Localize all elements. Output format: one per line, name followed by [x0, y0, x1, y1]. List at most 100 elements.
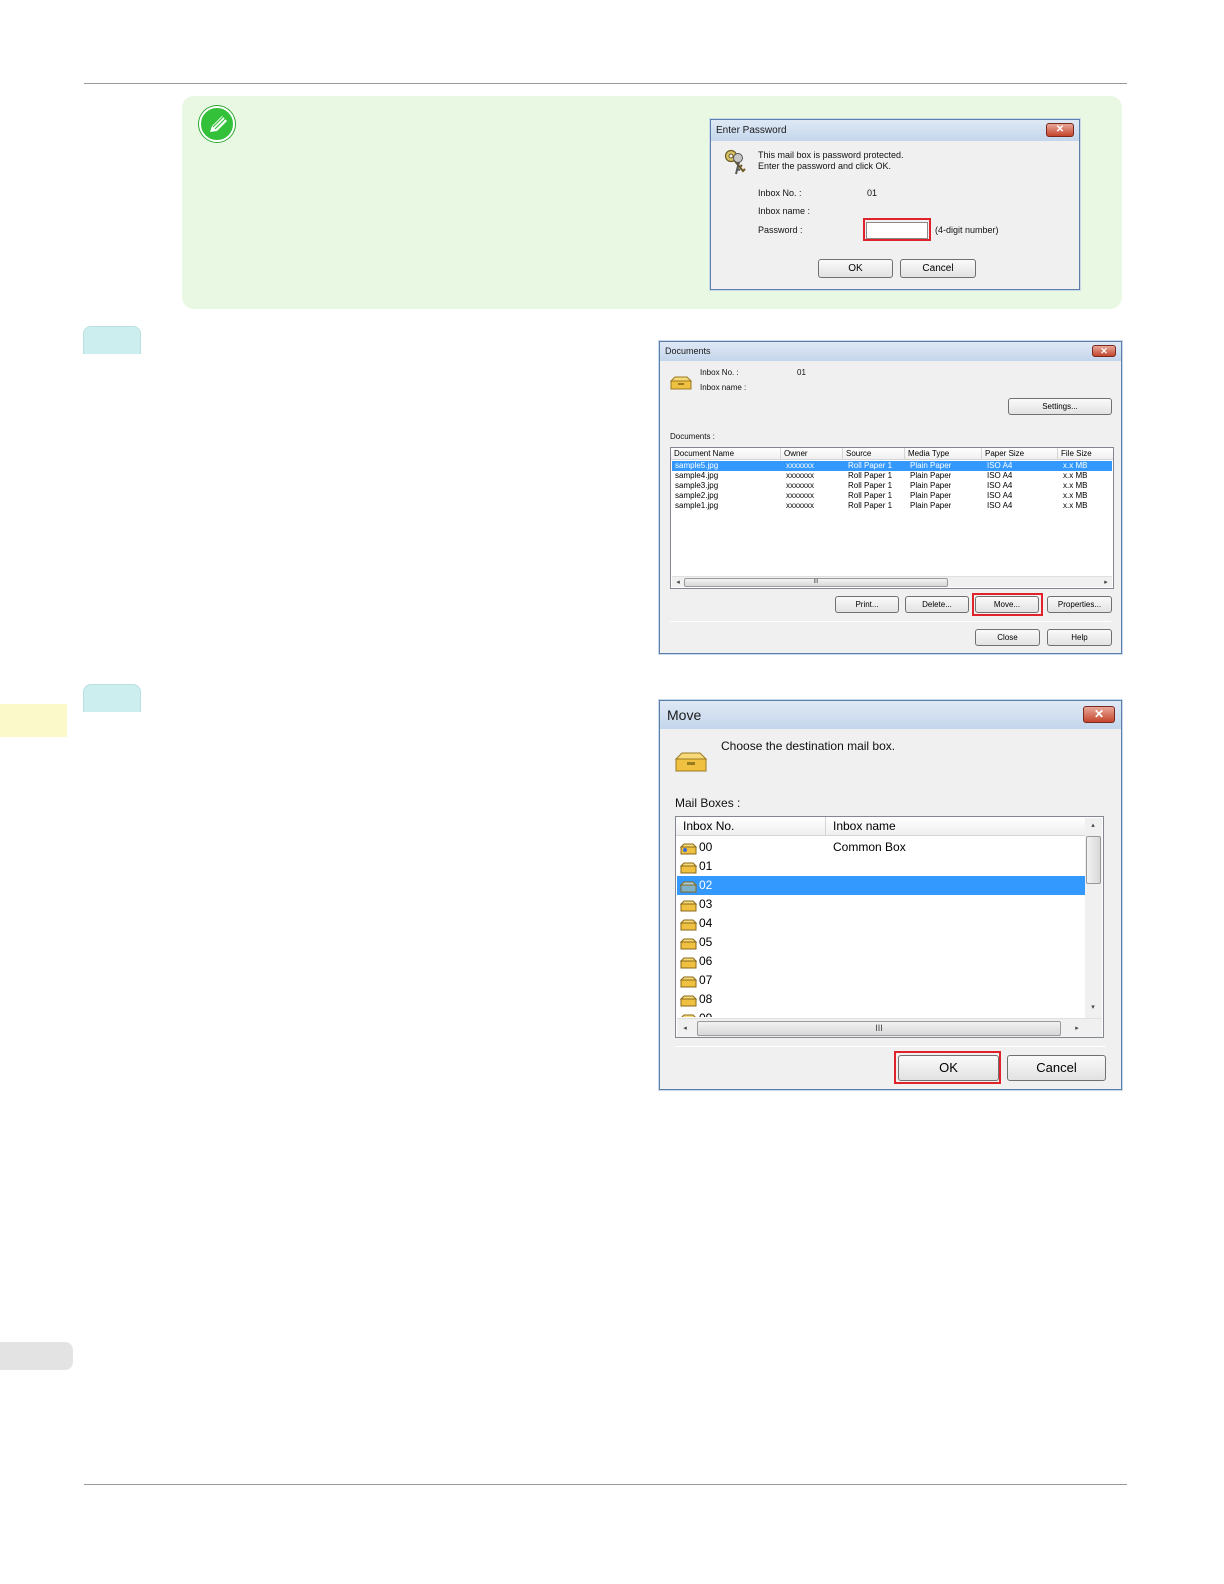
step-tab-1: [83, 326, 141, 354]
column-header-owner[interactable]: Owner: [781, 448, 843, 460]
close-button[interactable]: ✕: [1092, 345, 1116, 357]
delete-button[interactable]: Delete...: [905, 596, 969, 613]
column-header-source[interactable]: Source: [843, 448, 905, 460]
inbox-no-cell: 07: [699, 973, 713, 987]
mailbox-icon: [669, 376, 693, 395]
pencil-note-icon: [199, 106, 235, 142]
table-cell-size: ISO A4: [987, 491, 1013, 500]
table-cell-size: ISO A4: [987, 481, 1013, 490]
inbox-no-label: Inbox No. :: [758, 188, 802, 198]
inbox-no-value: 01: [867, 188, 878, 198]
close-button[interactable]: ✕: [1083, 706, 1115, 723]
table-cell-file: x.x MB: [1063, 491, 1088, 500]
table-cell-source: Roll Paper 1: [848, 491, 893, 500]
settings-button[interactable]: Settings...: [1008, 398, 1112, 415]
column-header-inbox-no[interactable]: Inbox No.: [676, 817, 826, 836]
table-cell-media: Plain Paper: [910, 461, 952, 470]
list-item[interactable]: 04: [677, 914, 1085, 933]
table-cell-file: x.x MB: [1063, 461, 1088, 470]
scroll-left-arrow-icon[interactable]: ◂: [673, 577, 683, 588]
table-cell-media: Plain Paper: [910, 491, 952, 500]
scrollbar-thumb[interactable]: III: [684, 578, 948, 587]
list-item[interactable]: 02: [677, 876, 1085, 895]
scroll-right-arrow-icon[interactable]: ▸: [1072, 1023, 1082, 1034]
table-cell-file: x.x MB: [1063, 501, 1088, 510]
table-row[interactable]: sample2.jpg xxxxxxx Roll Paper 1 Plain Pape…: [672, 491, 1112, 501]
inbox-no-cell: 04: [699, 916, 713, 930]
list-item[interactable]: 03: [677, 895, 1085, 914]
list-item[interactable]: 09: [677, 1009, 1085, 1017]
list-item[interactable]: 07: [677, 971, 1085, 990]
inbox-no-value: 01: [797, 368, 806, 377]
documents-list[interactable]: Document Name Owner Source Media Type Pa…: [670, 447, 1114, 589]
inbox-name-label: Inbox name :: [700, 383, 747, 392]
table-row[interactable]: sample4.jpg xxxxxxx Roll Paper 1 Plain Pape…: [672, 471, 1112, 481]
table-cell-source: Roll Paper 1: [848, 481, 893, 490]
table-row[interactable]: sample1.jpg xxxxxxx Roll Paper 1 Plain Pape…: [672, 501, 1112, 511]
prompt-text: Choose the destination mail box.: [721, 739, 896, 753]
table-cell-name: sample4.jpg: [675, 471, 719, 480]
list-item[interactable]: 08: [677, 990, 1085, 1009]
horizontal-scrollbar[interactable]: ◂ III ▸: [672, 576, 1112, 587]
scrollbar-thumb[interactable]: [1086, 836, 1101, 884]
table-cell-name: sample5.jpg: [675, 461, 719, 470]
close-button[interactable]: ✕: [1046, 123, 1074, 137]
table-cell-file: x.x MB: [1063, 471, 1088, 480]
horizontal-scrollbar[interactable]: ◂ III ▸: [677, 1018, 1102, 1037]
table-cell-owner: xxxxxxx: [786, 501, 814, 510]
scroll-up-arrow-icon[interactable]: ▴: [1088, 820, 1098, 831]
print-button[interactable]: Print...: [835, 596, 899, 613]
table-cell-owner: xxxxxxx: [786, 461, 814, 470]
scroll-down-arrow-icon[interactable]: ▾: [1088, 1002, 1098, 1013]
list-item[interactable]: 01: [677, 857, 1085, 876]
dialog-titlebar: Documents ✕: [660, 342, 1121, 361]
table-cell-name: sample1.jpg: [675, 501, 719, 510]
table-row[interactable]: sample3.jpg xxxxxxx Roll Paper 1 Plain Pape…: [672, 481, 1112, 491]
scroll-left-arrow-icon[interactable]: ◂: [680, 1023, 690, 1034]
column-header-media-type[interactable]: Media Type: [905, 448, 982, 460]
password-highlight: [863, 218, 931, 241]
inbox-no-label: Inbox No. :: [700, 368, 739, 377]
table-cell-media: Plain Paper: [910, 471, 952, 480]
column-header-inbox-name[interactable]: Inbox name: [826, 817, 1086, 836]
inbox-name-label: Inbox name :: [758, 206, 811, 216]
move-dialog: Move ✕ Choose the destination mail box. …: [659, 700, 1122, 1090]
page-number-tab: [0, 1342, 73, 1370]
properties-button[interactable]: Properties...: [1047, 596, 1112, 613]
cancel-button[interactable]: Cancel: [1007, 1055, 1106, 1081]
column-header-file-size[interactable]: File Size: [1058, 448, 1114, 460]
dialog-title: Move: [667, 707, 702, 723]
table-cell-file: x.x MB: [1063, 481, 1088, 490]
enter-password-dialog: Enter Password ✕ This mail box is passwo…: [710, 119, 1080, 290]
mailbox-icon: [674, 751, 708, 778]
close-dialog-button[interactable]: Close: [975, 629, 1040, 646]
table-cell-owner: xxxxxxx: [786, 481, 814, 490]
header-rule: [84, 83, 1127, 84]
list-item[interactable]: 05: [677, 933, 1085, 952]
table-cell-media: Plain Paper: [910, 501, 952, 510]
keys-icon: [723, 148, 749, 181]
inbox-no-cell: 00: [699, 840, 713, 854]
scroll-right-arrow-icon[interactable]: ▸: [1101, 577, 1111, 588]
table-cell-source: Roll Paper 1: [848, 471, 893, 480]
table-row[interactable]: sample5.jpg xxxxxxx Roll Paper 1 Plain Pape…: [672, 461, 1112, 471]
password-hint: (4-digit number): [935, 225, 999, 235]
mailboxes-list[interactable]: Inbox No. Inbox name 00 Common Box 01 02 03 0…: [675, 816, 1104, 1038]
table-cell-size: ISO A4: [987, 501, 1013, 510]
ok-button[interactable]: OK: [818, 259, 893, 278]
list-item[interactable]: 06: [677, 952, 1085, 971]
scrollbar-thumb[interactable]: III: [697, 1021, 1061, 1036]
list-header: Inbox No. Inbox name: [676, 817, 1085, 836]
vertical-scrollbar[interactable]: ▴ ▾: [1085, 818, 1102, 1018]
mailboxes-label: Mail Boxes :: [675, 796, 741, 810]
table-cell-source: Roll Paper 1: [848, 461, 893, 470]
column-header-paper-size[interactable]: Paper Size: [982, 448, 1058, 460]
help-button[interactable]: Help: [1047, 629, 1112, 646]
table-cell-owner: xxxxxxx: [786, 491, 814, 500]
list-item[interactable]: 00 Common Box: [677, 838, 1085, 857]
cancel-button[interactable]: Cancel: [900, 259, 976, 278]
inbox-no-cell: 03: [699, 897, 713, 911]
documents-label: Documents :: [670, 432, 715, 441]
inbox-no-cell: 02: [699, 878, 713, 892]
column-header-document-name[interactable]: Document Name: [671, 448, 781, 460]
